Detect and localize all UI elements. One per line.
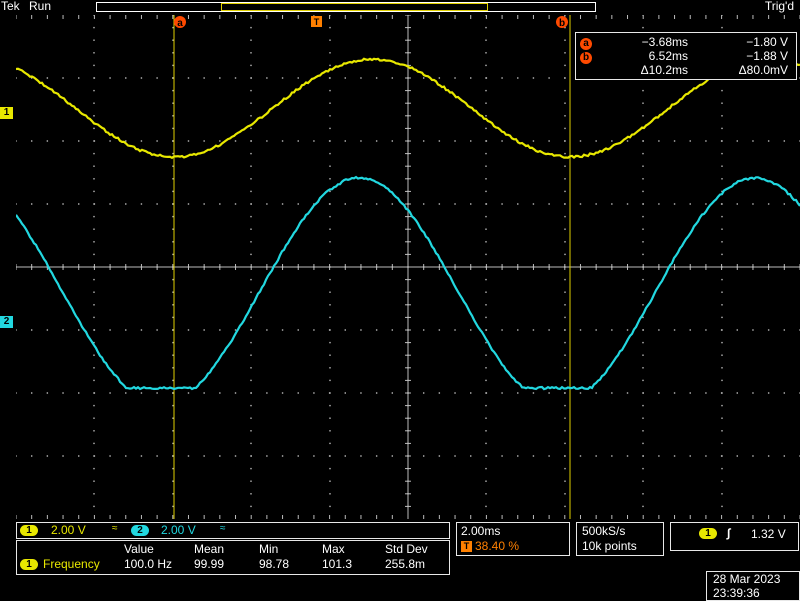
cursor-delta-volt: Δ80.0mV — [716, 63, 788, 77]
cursor-b-icon: b — [580, 52, 592, 64]
cursor-b-volt: −1.88 V — [716, 49, 788, 63]
ch1-badge[interactable]: 1 — [20, 525, 38, 536]
meas-header-mean: Mean — [194, 542, 224, 556]
measurement-box[interactable]: Value Mean Min Max Std Dev 1 Frequency 1… — [16, 540, 450, 575]
datetime-box: 28 Mar 2023 23:39:36 — [706, 571, 800, 601]
timebase-scale[interactable]: 2.00ms — [461, 524, 500, 538]
trigger-box[interactable]: 1 ∫ 1.32 V — [670, 522, 799, 551]
cursor-b-badge-label: b — [559, 18, 565, 29]
ch1-scale[interactable]: 2.00 V — [51, 523, 86, 537]
ch1-ground-marker[interactable]: 1 — [0, 107, 13, 119]
ch2-bw-limit-icon: ≈ — [220, 523, 226, 534]
waveform-display[interactable]: a b T a −3.68ms −1.80 V b 6.52ms −1.88 V… — [16, 15, 800, 519]
date-label: 28 Mar 2023 — [713, 572, 780, 586]
meas-mean: 99.99 — [194, 557, 224, 571]
ch2-ground-marker[interactable]: 2 — [0, 316, 13, 328]
meas-header-value: Value — [124, 542, 154, 556]
vertical-scale-box[interactable]: 1 2.00 V ≈ 2 2.00 V ≈ — [16, 522, 450, 539]
run-state: Run — [29, 0, 51, 13]
meas-stddev: 255.8m — [385, 557, 425, 571]
cursor-a-badge-label: a — [177, 18, 183, 29]
meas-header-min: Min — [259, 542, 278, 556]
cursor-a-time: −3.68ms — [618, 35, 688, 49]
meas-min: 98.78 — [259, 557, 289, 571]
ch1-marker-label: 1 — [4, 107, 10, 118]
ch2-marker-label: 2 — [4, 316, 10, 327]
measurement-row: 1 Frequency 100.0 Hz 99.99 98.78 101.3 2… — [17, 557, 449, 571]
meas-name: Frequency — [43, 557, 100, 571]
cursor-readout-panel: a −3.68ms −1.80 V b 6.52ms −1.88 V Δ10.2… — [575, 32, 797, 80]
trigger-position-icon: T — [461, 541, 472, 552]
cursor-a-badge: a — [174, 16, 186, 29]
trigger-state: Trig'd — [765, 0, 794, 13]
meas-value: 100.0 Hz — [124, 557, 172, 571]
meas-header-stddev: Std Dev — [385, 542, 428, 556]
ch1-bw-limit-icon: ≈ — [112, 523, 118, 534]
ch2-badge[interactable]: 2 — [131, 525, 149, 536]
meas-channel-badge: 1 — [20, 559, 38, 570]
trigger-position-marker: T — [311, 16, 322, 27]
readout-area: 1 2.00 V ≈ 2 2.00 V ≈ Value Mean Min Max… — [0, 519, 800, 600]
timebase-box[interactable]: 2.00ms T 38.40 % — [456, 522, 570, 556]
meas-header-max: Max — [322, 542, 345, 556]
cursor-b-time: 6.52ms — [618, 49, 688, 63]
cursor-delta-time: Δ10.2ms — [618, 63, 688, 77]
record-view-window[interactable] — [221, 3, 488, 11]
meas-max: 101.3 — [322, 557, 352, 571]
trigger-source-badge: 1 — [699, 528, 717, 539]
trigger-level[interactable]: 1.32 V — [751, 527, 786, 541]
measurement-header: Value Mean Min Max Std Dev — [17, 542, 449, 556]
cursor-a-volt: −1.80 V — [716, 35, 788, 49]
brand-label: Tek — [1, 0, 20, 13]
cursor-b-badge: b — [556, 16, 568, 29]
graticule-grid — [16, 15, 800, 519]
sample-rate: 500kS/s — [582, 524, 625, 538]
waveform-graticule: a b T — [16, 15, 800, 519]
ch2-scale[interactable]: 2.00 V — [161, 523, 196, 537]
trigger-position-label: T — [314, 17, 320, 27]
acquisition-box[interactable]: 500kS/s 10k points — [576, 522, 664, 556]
status-bar: Tek Run Trig'd — [0, 0, 800, 15]
time-label: 23:39:36 — [713, 586, 760, 600]
trigger-position-value[interactable]: 38.40 % — [475, 539, 519, 553]
rising-edge-icon: ∫ — [727, 526, 730, 540]
record-length: 10k points — [582, 539, 637, 553]
